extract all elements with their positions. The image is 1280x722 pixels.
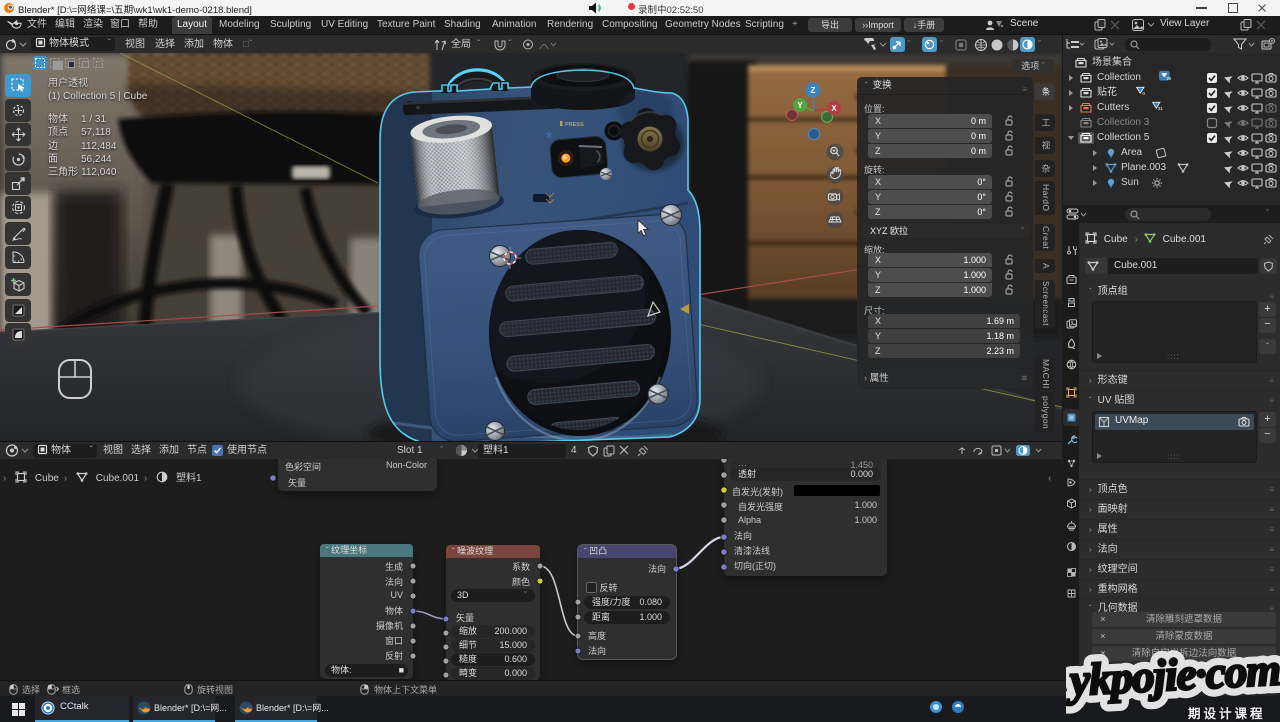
svg-text:PRESS: PRESS: [565, 122, 584, 128]
svg-text:ykpojie·com: ykpojie·com: [1066, 644, 1280, 705]
svg-text:Y: Y: [797, 101, 803, 110]
svg-text:0: 0: [1143, 91, 1146, 96]
svg-text:28: 28: [1167, 76, 1172, 81]
svg-text:Z: Z: [811, 86, 816, 95]
svg-text:X: X: [831, 104, 837, 113]
svg-text:31: 31: [1158, 106, 1163, 111]
